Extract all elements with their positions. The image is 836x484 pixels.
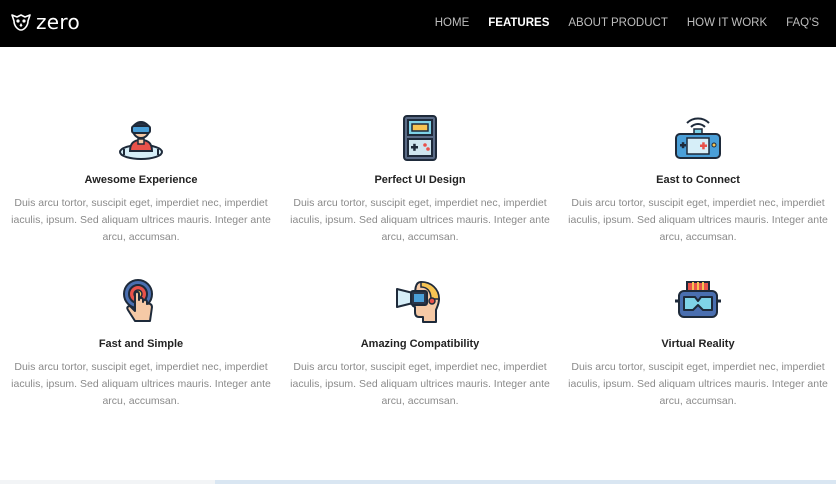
nav-item-about-product[interactable]: ABOUT PRODUCT <box>568 16 667 30</box>
vr-headset-person-icon <box>119 121 163 160</box>
feature-title: Virtual Reality <box>661 338 735 350</box>
feature-card: Virtual Reality Duis arcu tortor, suscip… <box>563 277 833 410</box>
feature-card: East to Connect Duis arcu tortor, suscip… <box>563 113 833 246</box>
brand-link[interactable]: zero <box>11 12 80 32</box>
nav-item-faqs[interactable]: FAQ'S <box>786 16 819 30</box>
top-navbar: zero HOME FEATURES ABOUT PRODUCT HOW IT … <box>0 0 836 47</box>
feature-card: Perfect UI Design Duis arcu tortor, susc… <box>285 113 555 246</box>
main-nav: HOME FEATURES ABOUT PRODUCT HOW IT WORK … <box>416 16 819 30</box>
touch-finger-icon <box>123 279 153 322</box>
feature-description: Duis arcu tortor, suscipit eget, imperdi… <box>11 197 271 243</box>
feature-title: East to Connect <box>656 174 740 186</box>
feature-description: Duis arcu tortor, suscipit eget, imperdi… <box>568 361 828 407</box>
wireless-gamepad-icon <box>675 117 721 159</box>
nav-item-home[interactable]: HOME <box>435 16 470 30</box>
feature-card: Awesome Experience Duis arcu tortor, sus… <box>6 113 276 246</box>
feature-description: Duis arcu tortor, suscipit eget, imperdi… <box>11 361 271 407</box>
owl-logo-icon <box>11 14 31 31</box>
feature-description: Duis arcu tortor, suscipit eget, imperdi… <box>568 197 828 243</box>
feature-card: Fast and Simple Duis arcu tortor, suscip… <box>6 277 276 410</box>
next-section-image-edge <box>215 480 836 484</box>
feature-title: Awesome Experience <box>84 174 198 186</box>
feature-title: Fast and Simple <box>98 338 184 350</box>
feature-title: Amazing Compatibility <box>360 338 480 350</box>
feature-title: Perfect UI Design <box>374 174 466 186</box>
next-section-edge <box>0 480 836 484</box>
brand-name: zero <box>36 10 81 34</box>
nav-item-how-it-work[interactable]: HOW IT WORK <box>687 16 767 30</box>
feature-description: Duis arcu tortor, suscipit eget, imperdi… <box>290 361 550 407</box>
feature-description: Duis arcu tortor, suscipit eget, imperdi… <box>290 197 550 243</box>
vr-goggles-icon <box>675 281 721 318</box>
vr-head-profile-icon <box>396 281 440 323</box>
handheld-console-icon <box>403 115 437 161</box>
nav-item-features[interactable]: FEATURES <box>488 16 549 30</box>
features-section: Awesome Experience Duis arcu tortor, sus… <box>0 47 836 481</box>
feature-card: Amazing Compatibility Duis arcu tortor, … <box>285 277 555 410</box>
